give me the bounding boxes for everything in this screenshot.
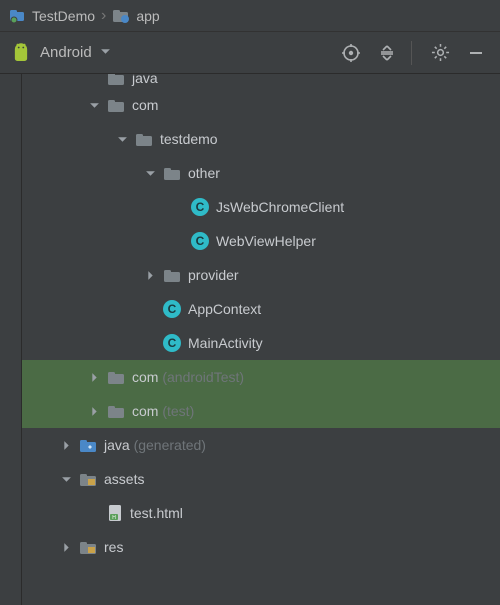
tree-node-label: testdemo bbox=[160, 131, 218, 147]
android-icon bbox=[10, 42, 32, 64]
expand-arrow-down-icon[interactable] bbox=[88, 99, 100, 111]
folder-icon bbox=[107, 98, 125, 113]
expand-arrow-down-icon[interactable] bbox=[144, 167, 156, 179]
settings-button[interactable] bbox=[426, 39, 454, 67]
folder-res-icon bbox=[79, 472, 97, 487]
tree-row[interactable]: other bbox=[22, 156, 500, 190]
class-icon: C bbox=[191, 232, 209, 250]
tree-row[interactable]: C WebViewHelper bbox=[22, 224, 500, 258]
tree-row[interactable]: provider bbox=[22, 258, 500, 292]
breadcrumb-module[interactable]: app bbox=[112, 8, 159, 24]
locate-target-button[interactable] bbox=[337, 39, 365, 67]
project-view-label: Android bbox=[40, 44, 92, 61]
tree-node-label: JsWebChromeClient bbox=[216, 199, 344, 215]
tree-node-label: com bbox=[132, 97, 158, 113]
tree-node-label: assets bbox=[104, 471, 144, 487]
tree-row[interactable]: Htest.html bbox=[22, 496, 500, 530]
class-icon: C bbox=[163, 334, 181, 352]
tree-row[interactable]: com (test) bbox=[22, 394, 500, 428]
expand-arrow-right-icon[interactable] bbox=[88, 405, 100, 417]
tree-node-label: com (test) bbox=[132, 403, 194, 419]
folder-icon bbox=[163, 268, 181, 283]
tree-node-label: MainActivity bbox=[188, 335, 263, 351]
tree-node-label: java bbox=[132, 74, 158, 86]
chevron-down-icon bbox=[100, 44, 111, 61]
expand-arrow-down-icon[interactable] bbox=[116, 133, 128, 145]
expand-arrow-right-icon[interactable] bbox=[60, 439, 72, 451]
minimize-button[interactable] bbox=[462, 39, 490, 67]
folder-icon bbox=[107, 404, 125, 419]
breadcrumb-module-label: app bbox=[136, 8, 159, 24]
project-icon bbox=[8, 7, 26, 25]
tree-row[interactable]: java bbox=[22, 74, 500, 88]
class-icon: C bbox=[191, 198, 209, 216]
tree-row[interactable]: com bbox=[22, 88, 500, 122]
tool-window-stripe[interactable] bbox=[0, 74, 22, 605]
tree-node-qualifier: (androidTest) bbox=[158, 369, 244, 385]
class-icon: C bbox=[191, 198, 209, 216]
expand-arrow-down-icon[interactable] bbox=[60, 473, 72, 485]
tree-node-qualifier: (test) bbox=[158, 403, 194, 419]
toolbar-separator bbox=[411, 41, 412, 65]
project-toolbar: Android bbox=[0, 32, 500, 74]
tree-node-label: WebViewHelper bbox=[216, 233, 316, 249]
breadcrumb-project[interactable]: TestDemo bbox=[32, 8, 95, 24]
folder-gen-icon bbox=[79, 438, 97, 453]
tree-row[interactable]: testdemo bbox=[22, 122, 500, 156]
folder-res-icon bbox=[79, 540, 97, 555]
folder-icon bbox=[107, 370, 125, 385]
tree-row[interactable]: C JsWebChromeClient bbox=[22, 190, 500, 224]
tree-row[interactable]: java (generated) bbox=[22, 428, 500, 462]
breadcrumb: TestDemo › app bbox=[0, 0, 500, 32]
html-file-icon: H bbox=[107, 504, 123, 522]
tree-node-label: com (androidTest) bbox=[132, 369, 244, 385]
tree-row[interactable]: assets bbox=[22, 462, 500, 496]
class-icon: C bbox=[163, 334, 181, 352]
tree-node-label: res bbox=[104, 539, 123, 555]
folder-icon bbox=[163, 166, 181, 181]
tree-node-label: AppContext bbox=[188, 301, 261, 317]
tree-node-label: java (generated) bbox=[104, 437, 206, 453]
expand-arrow-right-icon[interactable] bbox=[88, 371, 100, 383]
expand-arrow-right-icon[interactable] bbox=[60, 541, 72, 553]
chevron-right-icon: › bbox=[101, 7, 106, 25]
project-tree[interactable]: javacomtestdemootherCJsWebChromeClientCW… bbox=[22, 74, 500, 605]
module-folder-icon bbox=[112, 8, 130, 24]
tree-row[interactable]: C MainActivity bbox=[22, 326, 500, 360]
tree-node-label: provider bbox=[188, 267, 239, 283]
tree-row[interactable]: res bbox=[22, 530, 500, 564]
folder-icon bbox=[135, 132, 153, 147]
tree-node-qualifier: (generated) bbox=[130, 437, 206, 453]
class-icon: C bbox=[191, 232, 209, 250]
breadcrumb-project-label: TestDemo bbox=[32, 8, 95, 24]
collapse-all-button[interactable] bbox=[373, 39, 401, 67]
class-icon: C bbox=[163, 300, 181, 318]
class-icon: C bbox=[163, 300, 181, 318]
tree-row[interactable]: com (androidTest) bbox=[22, 360, 500, 394]
project-view-dropdown[interactable]: Android bbox=[40, 44, 111, 61]
tree-node-label: other bbox=[188, 165, 220, 181]
folder-icon bbox=[107, 74, 125, 86]
tree-row[interactable]: C AppContext bbox=[22, 292, 500, 326]
tree-node-label: test.html bbox=[130, 505, 183, 521]
expand-arrow-right-icon[interactable] bbox=[144, 269, 156, 281]
svg-text:H: H bbox=[112, 515, 116, 521]
